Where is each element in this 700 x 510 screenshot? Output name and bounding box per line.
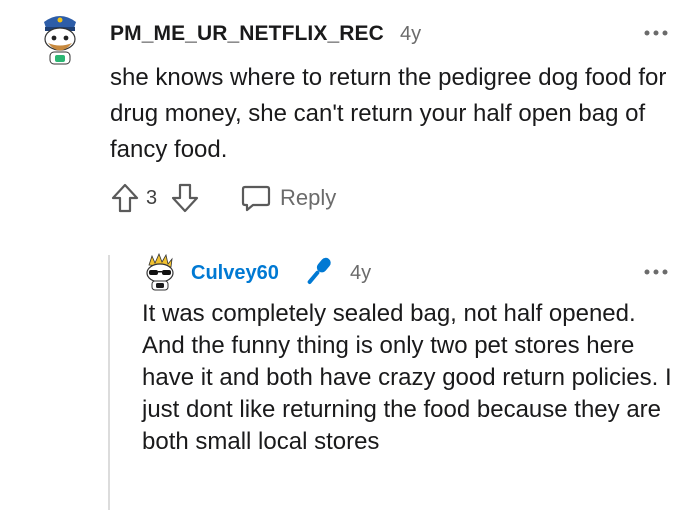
thread-line[interactable]: [108, 255, 110, 510]
vote-score: 3: [146, 187, 158, 209]
downvote-button[interactable]: [170, 182, 200, 214]
reply-label: Reply: [280, 185, 337, 210]
reply-button[interactable]: Reply: [240, 181, 336, 215]
snoo-sunglasses-avatar-icon: [146, 252, 174, 291]
more-options-icon: [644, 30, 668, 36]
reply-age: 4y: [350, 262, 372, 284]
comment-username[interactable]: PM_ME_UR_NETFLIX_REC: [110, 22, 384, 46]
comment-body: she knows where to return the pedigree d…: [110, 64, 667, 163]
more-options-button[interactable]: [641, 20, 671, 40]
reply-user-avatar[interactable]: [140, 252, 180, 291]
user-badge: [298, 253, 338, 291]
upvote-button[interactable]: [110, 182, 140, 214]
reply-username[interactable]: Culvey60: [191, 262, 279, 285]
upvote-arrow-icon: [111, 183, 139, 213]
microphone-icon: [307, 257, 331, 284]
comment-bubble-icon: [241, 185, 271, 212]
comment-age: 4y: [400, 23, 422, 45]
user-avatar[interactable]: [38, 10, 82, 66]
reply-body: It was completely sealed bag, not half o…: [142, 300, 672, 455]
snoo-police-avatar-icon: [44, 16, 76, 65]
more-options-icon: [644, 269, 668, 275]
downvote-arrow-icon: [171, 183, 199, 213]
reply-more-options-button[interactable]: [641, 259, 671, 279]
